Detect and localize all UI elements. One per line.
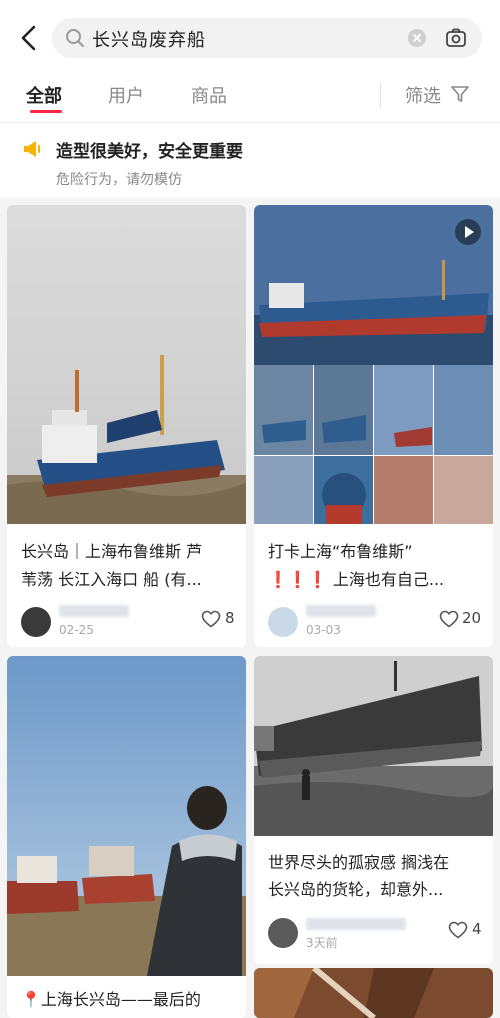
video-play-icon[interactable]	[455, 219, 481, 245]
tab-products[interactable]: 商品	[191, 82, 227, 108]
safety-notice: 造型很美好，安全更重要 危险行为，请勿模仿	[0, 122, 500, 198]
filter-icon[interactable]	[450, 84, 470, 104]
search-icon	[66, 29, 84, 47]
card-image-grounded-ship-bw	[254, 656, 493, 836]
card-image-ship	[7, 205, 246, 524]
note-card[interactable]: 长兴岛｜上海布鲁维斯 芦 苇荡 长江入海口 船 (有... 02-25 8	[7, 205, 246, 647]
megaphone-icon	[24, 141, 40, 157]
card-title-line1: 世界尽头的孤寂感 搁浅在	[268, 853, 450, 872]
card-title-line2: ❗❗❗ 上海也有自己...	[268, 570, 445, 589]
note-card[interactable]: 📍上海长兴岛——最后的	[7, 656, 246, 1018]
card-image-rust	[254, 968, 493, 1018]
note-card[interactable]	[254, 968, 493, 1018]
post-date: 03-03	[306, 623, 341, 637]
card-image-person-ships	[7, 656, 246, 976]
like-count: 4	[472, 920, 482, 938]
username-blurred[interactable]	[306, 605, 376, 617]
heart-icon[interactable]	[201, 610, 221, 628]
filter-button[interactable]: 筛选	[405, 82, 441, 108]
card-title-line1: 长兴岛｜上海布鲁维斯 芦	[21, 542, 203, 561]
tab-divider	[380, 82, 381, 108]
active-tab-indicator	[30, 110, 62, 113]
card-title-line2: 长兴岛的货轮，却意外...	[268, 880, 444, 899]
back-arrow-icon[interactable]	[14, 22, 46, 54]
avatar[interactable]	[268, 607, 298, 637]
like-count: 8	[225, 609, 235, 627]
search-bar[interactable]: 长兴岛废弃船	[52, 18, 482, 58]
post-date: 3天前	[306, 936, 338, 950]
heart-icon[interactable]	[448, 921, 468, 939]
like-count: 20	[462, 609, 482, 627]
card-title-line2: 苇荡 长江入海口 船 (有...	[21, 570, 202, 589]
heart-icon[interactable]	[439, 610, 459, 628]
avatar[interactable]	[268, 918, 298, 948]
note-card[interactable]: 打卡上海“布鲁维斯” ❗❗❗ 上海也有自己... 03-03 20	[254, 205, 493, 647]
note-card[interactable]: 世界尽头的孤寂感 搁浅在 长兴岛的货轮，却意外... 3天前 4	[254, 656, 493, 964]
card-image-ship-collage	[254, 205, 493, 524]
tab-bar: 全部 用户 商品 筛选	[0, 78, 500, 122]
header: 长兴岛废弃船 全部 用户 商品 筛选	[0, 0, 500, 122]
card-title-line1: 📍上海长兴岛——最后的	[21, 990, 201, 1009]
notice-title: 造型很美好，安全更重要	[56, 142, 243, 162]
username-blurred[interactable]	[306, 918, 406, 930]
tab-users[interactable]: 用户	[108, 82, 144, 108]
notice-subtitle: 危险行为，请勿模仿	[56, 172, 182, 188]
camera-icon[interactable]	[444, 26, 468, 50]
avatar[interactable]	[21, 607, 51, 637]
username-blurred[interactable]	[59, 605, 129, 617]
clear-search-icon[interactable]	[408, 29, 426, 47]
tab-all[interactable]: 全部	[26, 82, 62, 108]
post-date: 02-25	[59, 623, 94, 637]
search-query-text[interactable]: 长兴岛废弃船	[92, 26, 206, 52]
card-title-line1: 打卡上海“布鲁维斯”	[268, 542, 413, 561]
